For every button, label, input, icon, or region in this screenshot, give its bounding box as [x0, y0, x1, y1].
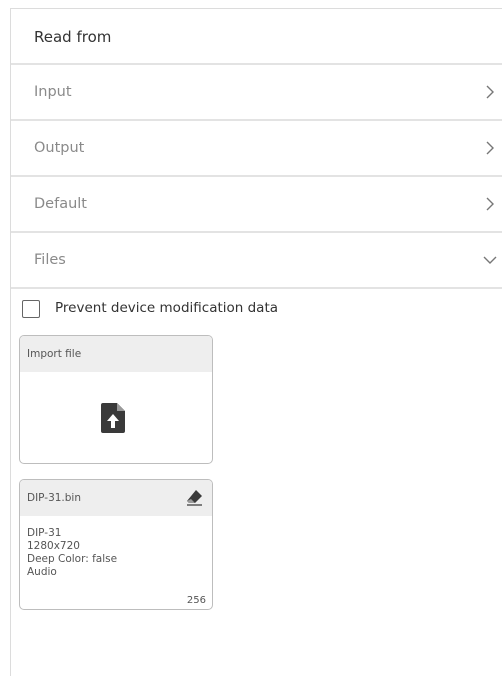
prevent-modification-row: Prevent device modification data — [22, 299, 422, 323]
file-details: DIP-31 1280x720 Deep Color: false Audio — [27, 527, 117, 579]
chevron-right-icon — [486, 197, 494, 211]
accordion-label: Default — [34, 196, 87, 212]
import-file-card[interactable]: Import file — [19, 335, 213, 464]
eraser-icon[interactable] — [186, 489, 203, 506]
file-detail-line: Audio — [27, 566, 57, 578]
accordion-label: Files — [34, 252, 66, 268]
file-detail-line: 1280x720 — [27, 540, 80, 552]
panel-title: Read from — [34, 28, 112, 46]
panel-header: Read from — [11, 9, 502, 65]
import-file-label: Import file — [27, 348, 82, 360]
accordion-item-output[interactable]: Output — [11, 121, 502, 177]
read-from-panel: Read from Input Output Default Files Pre… — [10, 8, 502, 676]
chevron-right-icon — [486, 141, 494, 155]
file-card-header: DIP-31.bin — [20, 480, 212, 516]
file-detail-line: Deep Color: false — [27, 553, 118, 565]
accordion-item-files[interactable]: Files — [11, 233, 502, 289]
accordion-label: Input — [34, 84, 72, 100]
prevent-modification-label[interactable]: Prevent device modification data — [55, 300, 278, 316]
prevent-modification-checkbox[interactable] — [22, 300, 40, 318]
chevron-down-icon — [483, 256, 497, 264]
accordion-item-input[interactable]: Input — [11, 65, 502, 121]
file-upload-icon[interactable] — [100, 403, 126, 433]
accordion-label: Output — [34, 140, 85, 156]
chevron-right-icon — [486, 85, 494, 99]
import-card-header: Import file — [20, 336, 212, 372]
file-count: 256 — [186, 595, 206, 606]
file-detail-line: DIP-31 — [27, 527, 62, 539]
file-name: DIP-31.bin — [27, 492, 82, 504]
file-card[interactable]: DIP-31.bin DIP-31 1280x720 Deep Color: f… — [19, 479, 213, 610]
accordion-item-default[interactable]: Default — [11, 177, 502, 233]
